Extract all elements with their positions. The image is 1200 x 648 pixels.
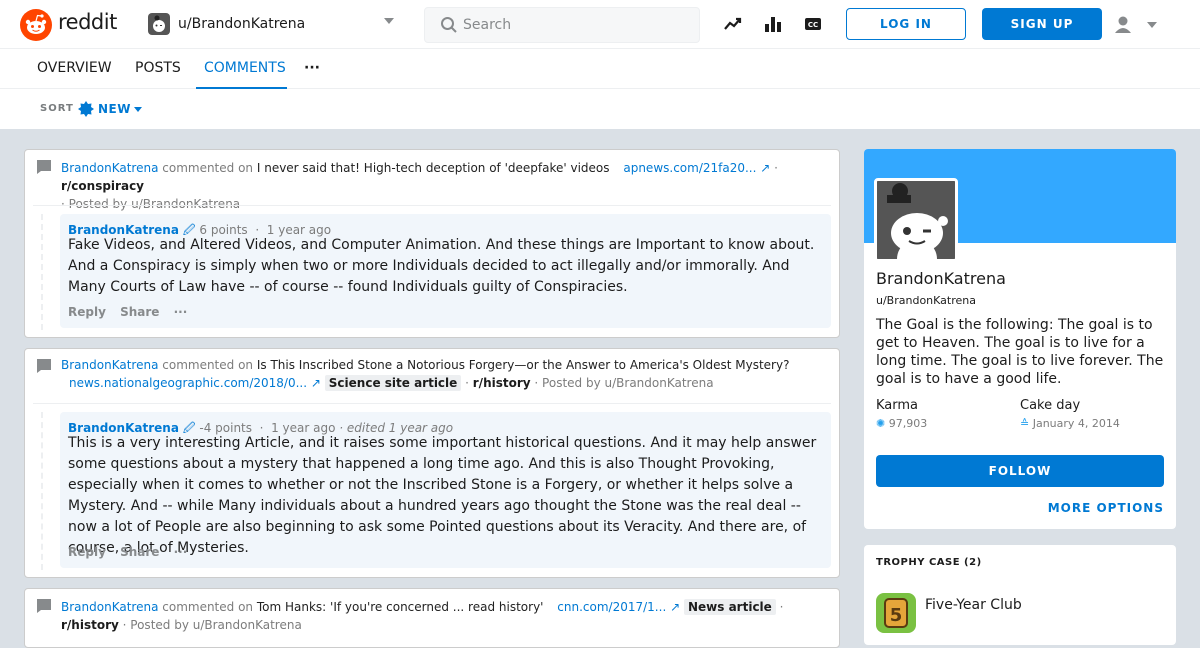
- thread-line: [41, 412, 43, 570]
- tab-overview[interactable]: OVERVIEW: [29, 49, 120, 89]
- thread-line: [41, 214, 43, 330]
- signup-button[interactable]: SIGN UP: [982, 8, 1102, 40]
- comment-icon: [37, 599, 51, 613]
- card-header: BrandonKatrena commented on Tom Hanks: '…: [61, 599, 784, 632]
- comment-card: BrandonKatrena commented on I never said…: [24, 149, 840, 338]
- profile-tabs: OVERVIEW POSTS COMMENTS ···: [0, 49, 1200, 89]
- comment-card: BrandonKatrena commented on Is This Insc…: [24, 348, 840, 578]
- commented-on-text: commented on: [162, 161, 254, 175]
- svg-text:CC: CC: [808, 21, 818, 29]
- comment-card: BrandonKatrena commented on Tom Hanks: '…: [24, 588, 840, 648]
- user-icon: [1115, 16, 1131, 33]
- posted-by-text: · Posted by u/BrandonKatrena: [61, 197, 241, 211]
- closed-caption-icon[interactable]: CC: [803, 14, 823, 34]
- profile-display-name: BrandonKatrena: [876, 269, 1006, 288]
- author-link[interactable]: BrandonKatrena: [61, 358, 158, 372]
- domain-link[interactable]: apnews.com/21fa20... ↗: [623, 161, 770, 175]
- trending-icon[interactable]: [723, 14, 743, 34]
- comment-body: BrandonKatrena 🖉 6 points · 1 year ago F…: [60, 214, 831, 328]
- profile-card: BrandonKatrena u/BrandonKatrena The Goal…: [864, 149, 1176, 529]
- comment-icon: [37, 160, 51, 174]
- login-button[interactable]: LOG IN: [846, 8, 966, 40]
- comment-actions: Reply Share ···: [68, 545, 197, 559]
- comment-text: Fake Videos, and Altered Videos, and Com…: [68, 237, 815, 295]
- post-title-link[interactable]: Is This Inscribed Stone a Notorious Forg…: [257, 358, 790, 372]
- commented-on-text: commented on: [162, 358, 254, 372]
- domain-link[interactable]: news.nationalgeographic.com/2018/0... ↗: [69, 376, 321, 390]
- chevron-down-icon: [134, 107, 142, 112]
- profile-bio: The Goal is the following: The goal is t…: [876, 317, 1164, 387]
- chevron-down-icon: [384, 18, 394, 24]
- more-options-icon[interactable]: ···: [174, 305, 188, 319]
- profile-avatar: [874, 178, 958, 262]
- post-flair[interactable]: News article: [683, 599, 776, 615]
- comment-icon: [37, 359, 51, 373]
- post-title-link[interactable]: I never said that! High-tech deception o…: [257, 161, 610, 175]
- sort-bar: SORT NEW: [0, 89, 1200, 129]
- chevron-down-icon: [1147, 22, 1157, 28]
- share-button[interactable]: Share: [120, 545, 159, 559]
- reply-button[interactable]: Reply: [68, 545, 106, 559]
- sort-value: NEW: [98, 102, 131, 116]
- reddit-logo-icon[interactable]: [20, 9, 52, 41]
- comment-body: BrandonKatrena 🖉 -4 points · 1 year ago …: [60, 412, 831, 568]
- karma-icon: ✺: [876, 417, 886, 430]
- share-button[interactable]: Share: [120, 305, 159, 319]
- cakeday-stat: ≙ January 4, 2014: [1020, 417, 1120, 430]
- user-avatar-small: [148, 13, 170, 35]
- domain-text: apnews.com/21fa20...: [623, 161, 757, 175]
- subreddit-link[interactable]: r/history: [473, 376, 531, 390]
- search-bar[interactable]: [424, 7, 700, 43]
- top-bar: reddit u/BrandonKatrena CC LOG IN SIGN U…: [0, 0, 1200, 49]
- search-icon: [441, 17, 457, 33]
- external-link-icon: ↗: [760, 161, 771, 175]
- subreddit-link[interactable]: r/conspiracy: [61, 179, 144, 193]
- tab-comments[interactable]: COMMENTS: [196, 49, 287, 89]
- card-header: BrandonKatrena commented on Is This Insc…: [61, 358, 790, 391]
- posted-by-text: · Posted by u/BrandonKatrena: [534, 376, 714, 390]
- five-year-club-icon: 5: [876, 593, 916, 633]
- post-title-link[interactable]: Tom Hanks: 'If you're concerned ... read…: [257, 600, 544, 614]
- karma-value: 97,903: [888, 417, 928, 430]
- karma-label: Karma: [876, 398, 919, 413]
- user-switcher-label: u/BrandonKatrena: [178, 16, 306, 32]
- leaderboard-icon[interactable]: [763, 14, 783, 34]
- divider: [33, 403, 831, 404]
- domain-link[interactable]: cnn.com/2017/1... ↗: [557, 600, 680, 614]
- divider: [33, 205, 831, 206]
- tab-more[interactable]: ···: [296, 49, 328, 89]
- domain-text: news.nationalgeographic.com/2018/0...: [69, 376, 308, 390]
- cakeday-value: January 4, 2014: [1032, 417, 1120, 430]
- search-input[interactable]: [463, 8, 693, 42]
- sort-label: SORT: [40, 103, 74, 114]
- new-sort-icon: [78, 101, 94, 117]
- external-link-icon: ↗: [670, 600, 681, 614]
- author-link[interactable]: BrandonKatrena: [61, 161, 158, 175]
- external-link-icon: ↗: [310, 376, 321, 390]
- cake-icon: ≙: [1020, 417, 1030, 430]
- commented-on-text: commented on: [162, 600, 254, 614]
- trophy-case: TROPHY CASE (2) 5 Five-Year Club: [864, 545, 1176, 645]
- user-switcher-dropdown[interactable]: u/BrandonKatrena: [148, 12, 398, 38]
- user-menu-dropdown[interactable]: [1112, 14, 1162, 36]
- comment-text: This is a very interesting Article, and …: [68, 435, 817, 556]
- reddit-wordmark[interactable]: reddit: [58, 10, 117, 34]
- trophy-case-title: TROPHY CASE (2): [876, 557, 982, 568]
- cakeday-label: Cake day: [1020, 398, 1081, 413]
- author-link[interactable]: BrandonKatrena: [61, 600, 158, 614]
- tab-posts[interactable]: POSTS: [127, 49, 189, 89]
- more-options-icon[interactable]: ···: [174, 545, 188, 559]
- svg-text:5: 5: [890, 605, 903, 626]
- domain-text: cnn.com/2017/1...: [557, 600, 667, 614]
- more-options-button[interactable]: MORE OPTIONS: [1048, 501, 1164, 515]
- reply-button[interactable]: Reply: [68, 305, 106, 319]
- post-flair[interactable]: Science site article: [324, 375, 462, 391]
- karma-stat: ✺ 97,903: [876, 417, 927, 430]
- comment-actions: Reply Share ···: [68, 305, 197, 319]
- follow-button[interactable]: FOLLOW: [876, 455, 1164, 487]
- trophy-name: Five-Year Club: [925, 597, 1022, 613]
- profile-username: u/BrandonKatrena: [876, 294, 976, 307]
